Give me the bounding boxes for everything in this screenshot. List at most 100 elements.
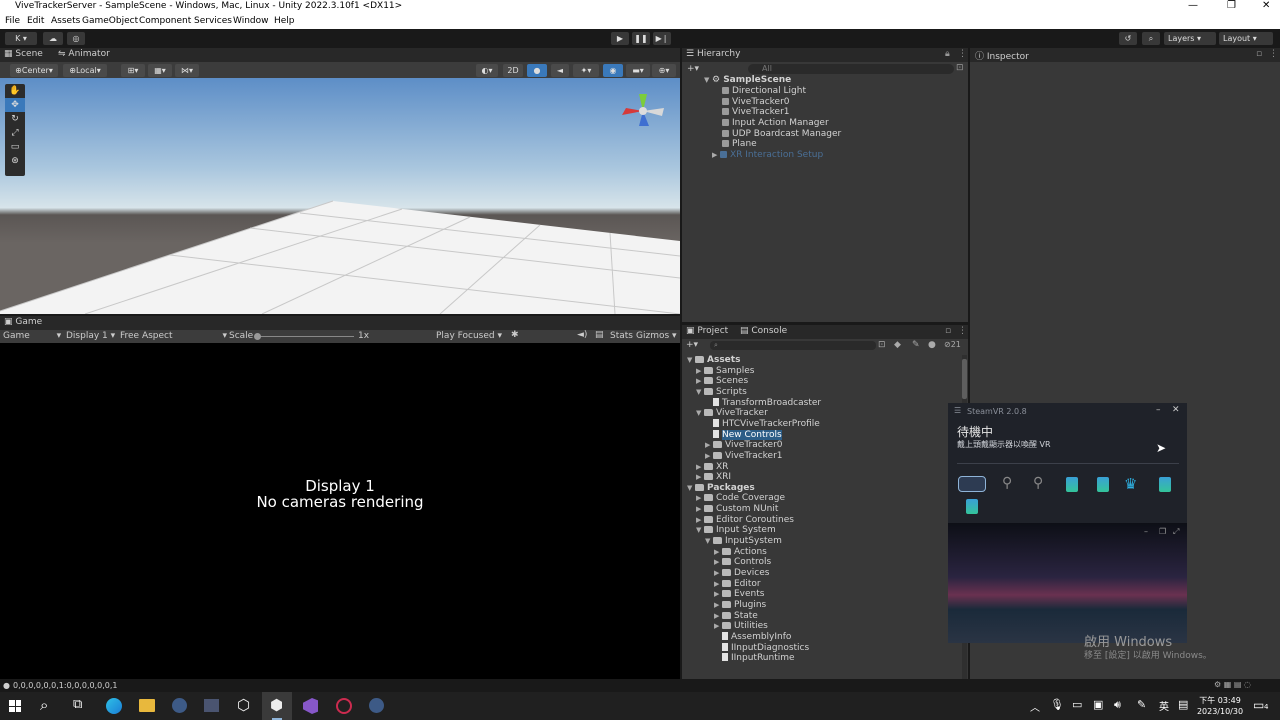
tab-inspector[interactable]: ⓘ Inspector (975, 49, 1029, 62)
clock[interactable]: 下午 03:49 2023/10/30 (1196, 695, 1244, 717)
step-button[interactable]: ▶❘ (653, 32, 671, 45)
expand-arrow-icon[interactable]: ▼ (696, 526, 704, 534)
inspector-more-icon[interactable]: ⋮ (1269, 49, 1278, 59)
expand-arrow-icon[interactable]: ▶ (696, 367, 704, 375)
project-scroll-thumb[interactable] (962, 359, 967, 399)
pivot-dropdown[interactable]: ⊕Center▾ (10, 64, 58, 77)
expand-arrow-icon[interactable]: ▶ (705, 452, 713, 460)
project-item[interactable]: ▼ Input System (696, 525, 776, 535)
scale-slider-handle[interactable] (254, 333, 261, 340)
search-icon[interactable]: ⌕ (1142, 32, 1160, 45)
unity-icon[interactable]: ⬢ (270, 696, 283, 714)
expand-arrow-icon[interactable]: ▶ (714, 612, 722, 620)
keyboard-icon[interactable]: ▤ (1178, 698, 1188, 711)
play-focused-dropdown[interactable]: Play Focused ▾ (436, 331, 502, 341)
hierarchy-item[interactable]: Input Action Manager (722, 118, 829, 128)
stats-icon[interactable]: ▤ (595, 330, 604, 340)
layers-dropdown[interactable]: Layers ▾ (1164, 32, 1216, 45)
ime-indicator[interactable]: 英 (1159, 698, 1169, 713)
project-item[interactable]: ▶ Controls (714, 557, 771, 567)
project-item[interactable]: ▶ Editor Coroutines (696, 515, 794, 525)
project-item[interactable]: ▶ Custom NUnit (696, 504, 778, 514)
expand-arrow-icon[interactable]: ▶ (696, 494, 704, 502)
tab-animator[interactable]: ⇋ Animator (58, 49, 110, 59)
menu-window[interactable]: Window (233, 16, 269, 26)
hierarchy-item[interactable]: ViveTracker1 (722, 107, 790, 117)
microphone-icon[interactable]: 🎙︎ (1050, 698, 1064, 711)
speaker-icon[interactable]: 🔊︎ (1114, 698, 1121, 712)
project-item[interactable]: ▶ ViveTracker0 (705, 440, 783, 450)
game-mode-dropdown[interactable]: Game ▾ (3, 331, 61, 341)
play-button[interactable]: ▶ (611, 32, 629, 45)
scale-tool-icon[interactable]: ⤢ (5, 126, 25, 140)
project-item[interactable]: ▶ XRI (696, 472, 731, 482)
scale-slider[interactable] (256, 336, 354, 337)
expand-arrow-icon[interactable]: ▶ (714, 590, 722, 598)
project-item[interactable]: ▶ Plugins (714, 600, 766, 610)
project-item[interactable]: TransformBroadcaster (705, 397, 821, 408)
expand-arrow-icon[interactable]: ▶ (714, 601, 722, 609)
project-item[interactable]: ▶ Editor (714, 579, 761, 589)
project-item[interactable]: ▶ ViveTracker1 (705, 451, 783, 461)
expand-arrow-icon[interactable]: ▼ (696, 409, 704, 417)
project-item[interactable]: IInputDiagnostics (714, 642, 809, 653)
project-item[interactable]: ▶ State (714, 611, 758, 621)
bug-icon[interactable]: ✱ (511, 330, 519, 340)
hand-tool-icon[interactable]: ✋ (5, 84, 25, 98)
expand-arrow-icon[interactable]: ▶ (696, 516, 704, 524)
steamvr-minimize-button[interactable]: – (1156, 405, 1161, 415)
expand-arrow-icon[interactable]: ▶ (714, 622, 722, 630)
menu-file[interactable]: File (5, 16, 20, 26)
hierarchy-item-prefab[interactable]: ▶ XR Interaction Setup (712, 150, 823, 160)
minimize-button[interactable]: — (1188, 0, 1198, 11)
project-item[interactable]: ▶ XR (696, 462, 728, 472)
notification-icon[interactable]: ▭ (1253, 698, 1264, 712)
history-icon[interactable]: ↺ (1119, 32, 1137, 45)
project-item[interactable]: ▶ Code Coverage (696, 493, 785, 503)
space-dropdown[interactable]: ⊕Local▾ (63, 64, 107, 77)
account-dropdown[interactable]: K ▾ (5, 32, 37, 45)
expand-arrow-icon[interactable]: ▶ (714, 548, 722, 556)
stats-button[interactable]: Stats (610, 331, 633, 341)
pause-button[interactable]: ❚❚ (632, 32, 650, 45)
menu-edit[interactable]: Edit (27, 16, 44, 26)
inspector-lock-icon[interactable]: ▫ (1256, 49, 1262, 59)
app-icon[interactable] (204, 699, 219, 712)
menu-gameobject[interactable]: GameObject (82, 16, 138, 26)
menu-assets[interactable]: Assets (51, 16, 80, 26)
task-view-icon[interactable]: ⧉ (73, 697, 82, 712)
project-item[interactable]: ▶ Samples (696, 366, 754, 376)
tab-scene[interactable]: ▦ Scene (4, 49, 43, 59)
expand-arrow-icon[interactable]: ▶ (696, 377, 704, 385)
visual-studio-icon[interactable] (303, 698, 318, 714)
unity-hub-icon[interactable]: ⬡ (237, 696, 250, 714)
camera-icon[interactable]: ▬▾ (626, 64, 650, 77)
tab-hierarchy[interactable]: ☰ Hierarchy (686, 49, 740, 59)
project-item[interactable]: ▶ Scenes (696, 376, 748, 386)
audio-icon[interactable]: ◄ (551, 64, 569, 77)
pen-icon[interactable]: ✎ (1137, 698, 1146, 711)
add-object-button[interactable]: +▾ (687, 64, 699, 74)
scene-viewport[interactable]: ✋ ✥ ↻ ⤢ ▭ ⊛ (0, 78, 680, 314)
project-item[interactable]: ▼ Assets (687, 355, 740, 365)
move-tool-icon[interactable]: ✥ (5, 98, 25, 112)
project-item[interactable]: ▶ Actions (714, 547, 767, 557)
expand-arrow-icon[interactable]: ▼ (687, 356, 695, 364)
steamvr-menu-icon[interactable]: ☰ (954, 406, 961, 415)
grid-icon[interactable]: ▦▾ (148, 64, 172, 77)
project-item[interactable]: HTCViveTrackerProfile (705, 418, 820, 429)
lighting-icon[interactable]: ● (527, 64, 547, 77)
project-item[interactable]: ▶ Devices (714, 568, 769, 578)
project-item[interactable]: ▶ Events (714, 589, 764, 599)
scene-gizmo-icon[interactable] (612, 86, 672, 136)
status-message[interactable]: 0,0,0,0,0,0,1:0,0,0,0,0,0,1 (13, 681, 117, 690)
tab-game[interactable]: ▣ Game (4, 317, 42, 327)
status-tray-icons[interactable]: ⚙ ▦ ▤ ◌ (1214, 680, 1251, 689)
preview-expand-icon[interactable]: ⤢ (1173, 527, 1179, 537)
project-item[interactable]: ▶ Utilities (714, 621, 768, 631)
display-dropdown[interactable]: Display 1 ▾ (66, 331, 115, 341)
more-menu-icon[interactable]: ⋮ (958, 49, 967, 59)
visibility-icon[interactable]: ◉ (603, 64, 623, 77)
collab-icon[interactable]: ◎ (67, 32, 85, 45)
expand-arrow-icon[interactable]: ▶ (705, 441, 713, 449)
